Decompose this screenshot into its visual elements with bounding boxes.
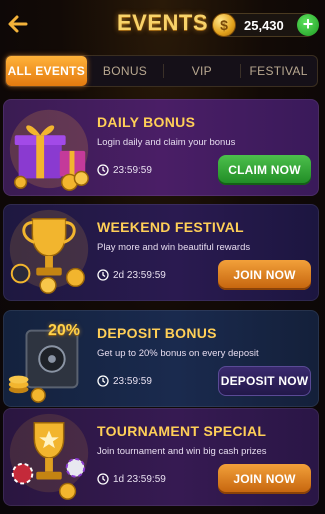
event-title: DAILY BONUS [97,114,196,130]
bonus-percent-badge: 20% [48,322,81,339]
timer-text: 1d 23:59:59 [113,473,166,485]
tab-vip[interactable]: VIP [163,56,240,86]
event-description: Play more and win beautiful rewards [97,242,251,253]
clock-icon [97,473,109,485]
claim-now-button[interactable]: CLAIM NOW [218,155,311,185]
tab-festival[interactable]: FESTIVAL [240,56,317,86]
event-timer: 23:59:59 [97,164,152,176]
join-now-button[interactable]: JOIN NOW [218,260,311,290]
trophy-chips-icon [9,413,89,500]
header: EVENTS $ 25,430 + [0,0,325,50]
clock-icon [97,375,109,387]
coin-balance: $ 25,430 + [212,13,319,37]
event-card-daily-bonus: DAILY BONUS Login daily and claim your b… [3,99,319,196]
event-title: WEEKEND FESTIVAL [97,219,244,235]
add-coins-button[interactable]: + [297,14,319,36]
event-description: Join tournament and win big cash prizes [97,446,267,457]
deposit-now-button[interactable]: DEPOSIT NOW [218,366,311,396]
timer-text: 2d 23:59:59 [113,269,166,281]
gift-box-icon [9,109,89,191]
event-timer: 23:59:59 [97,375,152,387]
balance-value: 25,430 [244,18,284,33]
event-title: DEPOSIT BONUS [97,325,217,341]
event-timer: 2d 23:59:59 [97,269,166,281]
event-tabs: ALL EVENTS BONUS VIP FESTIVAL [5,55,318,87]
event-description: Login daily and claim your bonus [97,137,236,148]
join-now-button[interactable]: JOIN NOW [218,464,311,494]
event-description: Get up to 20% bonus on every deposit [97,348,259,359]
event-timer: 1d 23:59:59 [97,473,166,485]
tab-all-events[interactable]: ALL EVENTS [6,56,87,86]
timer-text: 23:59:59 [113,375,152,387]
event-card-tournament-special: TOURNAMENT SPECIAL Join tournament and w… [3,408,319,506]
timer-text: 23:59:59 [113,164,152,176]
clock-icon [97,164,109,176]
coin-icon: $ [212,13,236,37]
event-card-weekend-festival: WEEKEND FESTIVAL Play more and win beaut… [3,204,319,301]
event-title: TOURNAMENT SPECIAL [97,423,267,439]
trophy-icon [9,209,89,294]
tab-bonus[interactable]: BONUS [86,56,164,86]
clock-icon [97,269,109,281]
event-card-deposit-bonus: 20% DEPOSIT BONUS Get up to 20% bonus on… [3,310,319,407]
